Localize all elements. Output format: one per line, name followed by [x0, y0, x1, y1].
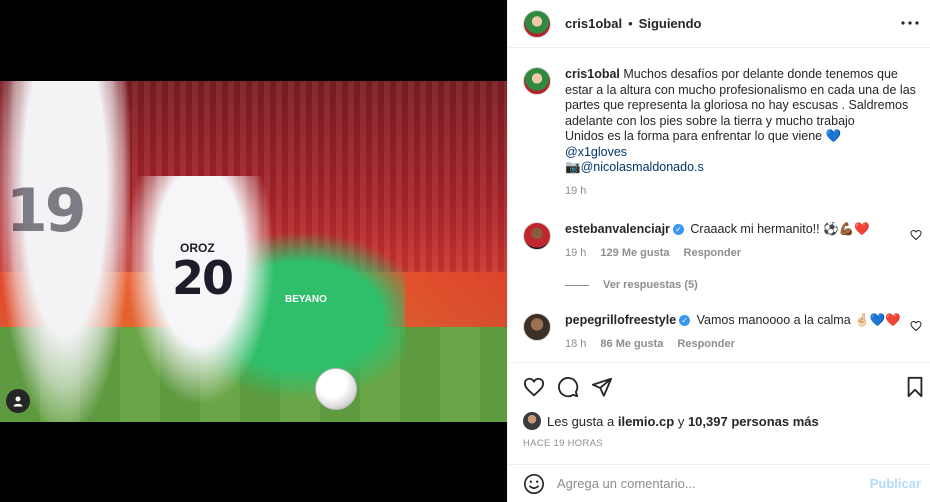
action-bar [508, 362, 930, 410]
comment-body: pepegrillofreestyle ✓ Vamos manoooo a la … [565, 313, 901, 352]
post-timestamp[interactable]: HACE 19 HORAS [523, 438, 603, 449]
comment-item: estebanvalenciajr ✓ Craaack mi hermanito!… [523, 222, 908, 261]
background-player-number: 19 [6, 176, 86, 246]
post-header: cris1obal • Siguiendo [508, 0, 930, 48]
caption-body: cris1obal Muchos desafíos por delante do… [565, 67, 918, 199]
comment-text: Craaack mi hermanito!! ⚽💪🏾❤️ [690, 222, 870, 236]
view-replies-label: Ver respuestas (5) [603, 279, 698, 291]
caption-line2: Unidos es la forma para enfrentar lo que… [565, 129, 842, 143]
view-replies-button[interactable]: Ver respuestas (5) [565, 279, 698, 291]
post-media: 19 BEYANO OROZ 20 [0, 0, 507, 502]
user-icon [13, 396, 23, 407]
post-panel: cris1obal • Siguiendo cris1obal Muchos d… [507, 0, 930, 502]
comment-body: estebanvalenciajr ✓ Craaack mi hermanito!… [565, 222, 870, 261]
author-avatar[interactable] [523, 9, 551, 38]
comment-text: Vamos manoooo a la calma 🤞🏻💙❤️ [696, 313, 901, 327]
verified-badge-icon: ✓ [679, 315, 691, 327]
comment-input[interactable] [557, 476, 857, 491]
comment-meta: 19 h 129 Me gusta Responder [565, 246, 870, 262]
reply-button[interactable]: Responder [684, 247, 741, 259]
commenter-avatar[interactable] [523, 313, 551, 341]
likes-count[interactable]: 10,397 personas más [688, 414, 819, 429]
share-icon[interactable] [591, 376, 613, 398]
add-comment-bar: Publicar [508, 464, 930, 502]
liker-avatar[interactable] [523, 412, 541, 430]
caption-username[interactable]: cris1obal [565, 67, 620, 81]
following-button[interactable]: Siguiendo [639, 16, 702, 31]
comment-icon[interactable] [557, 376, 579, 398]
post-photo[interactable]: 19 BEYANO OROZ 20 [0, 81, 507, 422]
caption: cris1obal Muchos desafíos por delante do… [523, 67, 918, 199]
likes-prefix: Les gusta a [547, 413, 615, 429]
camera-emoji: 📷 [565, 160, 581, 174]
publish-button[interactable]: Publicar [870, 476, 921, 491]
comment-likes[interactable]: 86 Me gusta [600, 338, 663, 350]
comment-likes[interactable]: 129 Me gusta [600, 247, 669, 259]
author-avatar[interactable] [523, 67, 551, 95]
comment-time[interactable]: 18 h [565, 338, 586, 350]
soccer-ball [315, 368, 357, 410]
blurred-player [0, 81, 130, 422]
caption-time[interactable]: 19 h [565, 184, 918, 200]
emoji-icon[interactable] [523, 473, 545, 495]
keeper-sponsor: BEYANO [285, 294, 327, 305]
like-icon[interactable] [523, 376, 545, 398]
save-bookmark-icon[interactable] [904, 376, 926, 398]
reply-button[interactable]: Responder [677, 338, 734, 350]
comment-item: pepegrillofreestyle ✓ Vamos manoooo a la … [523, 313, 908, 352]
comment-meta: 18 h 86 Me gusta Responder [565, 337, 901, 353]
author-username[interactable]: cris1obal [565, 16, 622, 31]
shirt-number: 20 [172, 251, 234, 305]
mention-link[interactable]: @nicolasmaldonado.s [581, 160, 704, 174]
like-comment-icon[interactable] [910, 229, 922, 241]
tagged-users-button[interactable] [6, 389, 30, 413]
comment-time[interactable]: 19 h [565, 247, 586, 259]
like-comment-icon[interactable] [910, 320, 922, 332]
commenter-avatar[interactable] [523, 222, 551, 250]
likes-connector: y [677, 413, 685, 429]
mention-link[interactable]: @x1gloves [565, 145, 627, 159]
liker-username[interactable]: ilemio.cp [618, 414, 674, 429]
verified-badge-icon: ✓ [672, 224, 684, 236]
replies-divider [565, 284, 589, 286]
likes-summary: Les gusta a ilemio.cp y 10,397 personas … [523, 412, 819, 430]
comment-username[interactable]: pepegrillofreestyle [565, 313, 676, 327]
comment-username[interactable]: estebanvalenciajr [565, 222, 670, 236]
separator-dot: • [628, 16, 633, 31]
more-options-icon[interactable] [899, 12, 921, 34]
